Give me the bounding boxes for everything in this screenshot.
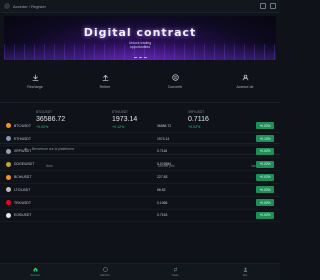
recharge-button[interactable]: Recharge (5, 74, 65, 96)
xrp-coin-icon (6, 148, 11, 154)
nav-profile[interactable]: Moi (220, 267, 270, 277)
pair-name: EOS/USDT (14, 213, 32, 218)
change-badge: +0.02% (256, 199, 274, 207)
withdraw-button[interactable]: Retirer (75, 74, 135, 96)
pair-name: TRX/USDT (14, 200, 31, 205)
divider (0, 102, 280, 103)
swap-icon (173, 267, 177, 272)
ticker-symbol: XRP/USDT (188, 110, 205, 114)
banner-title: Digital contract (83, 26, 197, 39)
pair-name: BCH/USDT (14, 175, 32, 180)
home-icon (33, 267, 37, 272)
market-table: BTC/USDT 36586.72 +0.02% ETH/USDT 1973.1… (0, 120, 280, 223)
ticker-symbol: BTC/USDT (36, 110, 52, 114)
table-row[interactable]: DOGE/USDT 0.076584 +0.02% (0, 158, 280, 172)
pair-price: 227.83 (157, 175, 168, 180)
language-icon[interactable] (270, 3, 276, 9)
table-row[interactable]: TRX/USDT 0.1066 +0.02% (0, 197, 280, 210)
pair-name: XRP/USDT (14, 149, 32, 154)
table-row[interactable]: XRP/USDT 0.7116 +0.02% (0, 146, 280, 159)
bottom-nav: Accueil Marché Trade Moi (0, 263, 280, 280)
download-icon (32, 74, 38, 81)
carousel-dots[interactable] (4, 57, 276, 58)
promo-banner[interactable]: Digital contract Unlock trading opportun… (4, 16, 276, 60)
nav-home[interactable]: Accueil (10, 267, 60, 277)
change-badge: +0.02% (256, 173, 274, 181)
user-icon (242, 74, 248, 81)
chart-icon (102, 267, 108, 272)
pair-price: 68.82 (157, 187, 166, 192)
bch-coin-icon (6, 174, 11, 180)
nav-trade[interactable]: Trade (150, 267, 200, 277)
change-badge: +0.02% (256, 211, 274, 219)
ticker-symbol: ETH/USDT (112, 110, 128, 114)
banner-subtitle: Unlock trading opportunities (128, 41, 152, 49)
pair-name: ETH/USDT (14, 136, 31, 141)
table-row[interactable]: EOS/USDT 0.7163 +0.02% (0, 210, 280, 223)
eth-coin-icon (6, 136, 11, 142)
top-bar: Accéder / Register (0, 0, 280, 13)
change-badge: +0.02% (256, 147, 274, 155)
advance-button[interactable]: Avance de (215, 74, 275, 96)
doge-coin-icon (6, 161, 11, 167)
pair-price: 0.1066 (157, 200, 168, 205)
pair-price: 0.076584 (157, 162, 172, 167)
table-row[interactable]: LTC/USDT 68.82 +0.02% (0, 184, 280, 197)
change-badge: +0.02% (256, 160, 274, 168)
pair-price: 36586.72 (157, 123, 172, 128)
exchange-icon (171, 74, 179, 81)
profile-icon (243, 267, 247, 272)
pair-name: LTC/USDT (14, 187, 31, 192)
quick-actions: Recharge Retirer Convertir Avance de (0, 74, 280, 96)
pair-name: DOGE/USDT (14, 162, 35, 167)
btc-coin-icon (6, 123, 11, 129)
change-badge: +0.12% (256, 135, 274, 143)
pair-name: BTC/USDT (14, 123, 31, 128)
upload-icon (102, 74, 108, 81)
change-badge: +0.02% (256, 122, 274, 130)
convert-button[interactable]: Convertir (145, 74, 205, 96)
ltc-coin-icon (6, 187, 11, 193)
trx-coin-icon (6, 200, 11, 206)
account-link[interactable]: Accéder / Register (13, 4, 46, 9)
table-row[interactable]: ETH/USDT 1973.14 +0.12% (0, 133, 280, 146)
pair-price: 0.7163 (157, 213, 168, 218)
table-row[interactable]: BTC/USDT 36586.72 +0.02% (0, 120, 280, 133)
avatar[interactable] (4, 3, 10, 9)
table-row[interactable]: BCH/USDT 227.83 +0.02% (0, 171, 280, 184)
chat-icon[interactable] (260, 3, 266, 9)
change-badge: +0.02% (256, 186, 274, 194)
pair-price: 0.7116 (157, 149, 168, 154)
pair-price: 1973.14 (157, 136, 170, 141)
nav-market[interactable]: Marché (80, 267, 130, 277)
eos-coin-icon (6, 212, 11, 218)
